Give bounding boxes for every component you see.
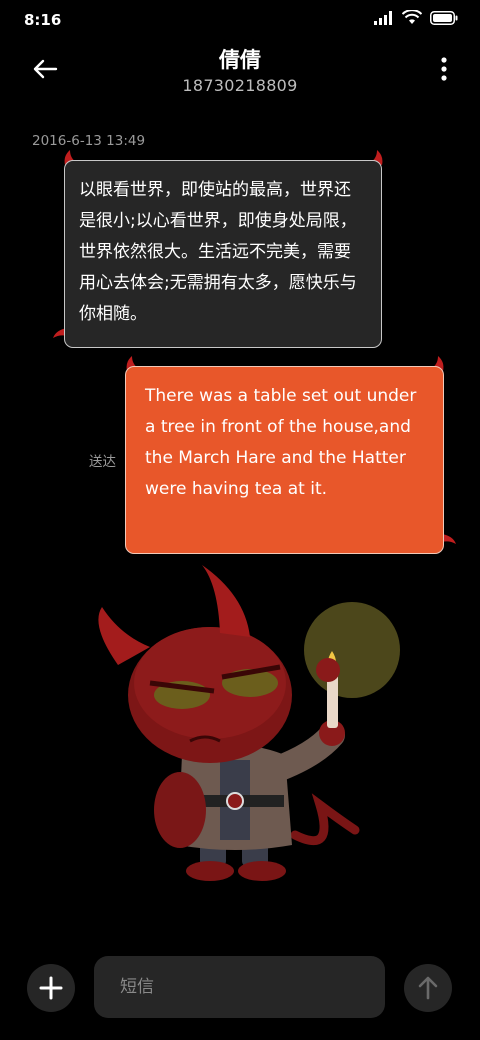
battery-icon — [430, 10, 458, 25]
message-input[interactable] — [94, 956, 385, 1018]
contact-phone-number: 18730218809 — [182, 76, 298, 95]
signal-icon — [374, 10, 392, 25]
conversation-header: 倩倩 18730218809 — [0, 40, 480, 110]
wifi-icon — [402, 10, 422, 24]
outgoing-message-bubble[interactable]: There was a table set out under a tree i… — [125, 366, 444, 554]
status-bar: 8:16 — [0, 0, 480, 40]
contact-name: 倩倩 — [219, 48, 261, 72]
more-vertical-icon — [441, 57, 447, 81]
status-icons — [374, 10, 458, 25]
more-options-button[interactable] — [440, 56, 448, 82]
add-attachment-button[interactable] — [27, 964, 75, 1012]
delivery-status: 送达 — [89, 454, 116, 470]
messaging-screen: 8:16 倩倩 18730218809 2016-6-13 13:49 以眼看世… — [0, 0, 480, 1040]
compose-bar — [0, 950, 480, 1040]
devil-sticker-wallpaper — [98, 565, 400, 881]
message-timestamp: 2016-6-13 13:49 — [32, 133, 146, 149]
send-button[interactable] — [404, 964, 452, 1012]
status-time: 8:16 — [24, 11, 62, 29]
send-arrow-icon — [418, 976, 438, 1000]
incoming-message-bubble[interactable]: 以眼看世界，即使站的最高，世界还是很小;以心看世界，即使身处局限，世界依然很大。… — [64, 160, 382, 348]
plus-icon — [39, 976, 63, 1000]
